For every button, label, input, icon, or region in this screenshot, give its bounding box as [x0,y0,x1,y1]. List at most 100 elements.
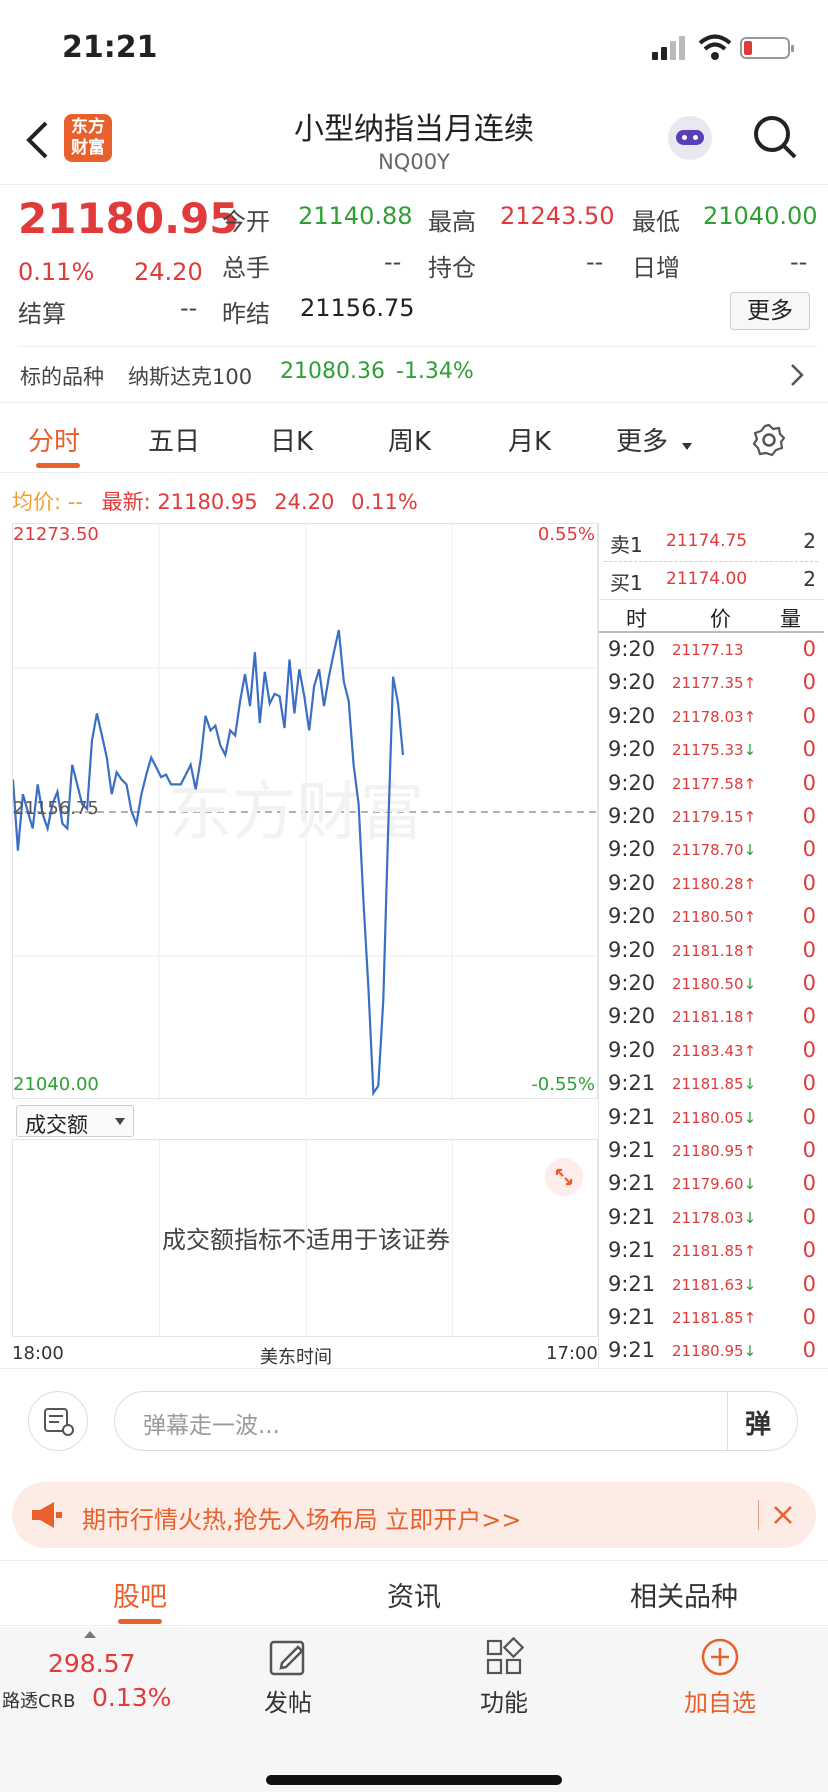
tab-monthly-k[interactable]: 月K [508,421,551,458]
trade-time: 9:21 [608,1271,656,1296]
arrow-down-icon: ↓ [743,1208,757,1227]
tab-weekly-k[interactable]: 周K [388,421,431,458]
arrow-down-icon: ↓ [743,1175,757,1194]
price-chart[interactable]: 东方财富 21273.50 0.55% 21156.75 21040.00 -0… [12,523,599,1100]
prev-settlement-label: 昨结 [222,300,270,328]
tab-related[interactable]: 相关品种 [604,1575,764,1614]
trade-row: 9:21 21180.95↓ 0 [600,1336,822,1369]
comment-bar: 弹幕走一波... 弹 [0,1368,828,1468]
trade-row: 9:20 21178.70↓ 0 [600,835,822,868]
trade-time: 9:21 [608,1338,656,1363]
trade-time: 9:20 [608,937,656,962]
functions-grid-icon[interactable] [484,1637,524,1677]
trade-time: 9:20 [608,670,656,695]
arrow-down-icon: ↓ [743,1342,757,1361]
trade-price: 21180.50↑ [672,908,757,927]
trade-row: 9:20 21181.18↑ 0 [600,1002,822,1035]
tab-guba[interactable]: 股吧 [60,1575,220,1614]
megaphone-icon [32,1502,62,1528]
trade-time: 9:21 [608,1238,656,1263]
post-button[interactable]: 发帖 [238,1683,338,1718]
arrow-up-icon: ↑ [743,808,757,826]
trade-row: 9:20 21180.50↑ 0 [600,902,822,935]
trade-price: 21180.95↑ [672,1142,757,1160]
trade-qty: 0 [802,770,816,795]
volume-panel: 成交额 成交额指标不适用于该证券 [12,1099,598,1339]
trade-time: 9:20 [608,1037,656,1062]
trade-time: 9:20 [608,804,656,828]
sell-qty: 2 [803,529,816,553]
x-end-label: 17:00 [546,1343,598,1364]
promo-text: 期市行情火热,抢先入场布局 立即开户>> [82,1506,522,1534]
sell-label: 卖1 [610,533,643,557]
up-triangle-icon [84,1631,96,1638]
trade-time: 9:20 [608,837,656,862]
indicator-selector[interactable]: 成交额 [16,1105,134,1137]
x-start-label: 18:00 [12,1343,64,1364]
tab-intraday[interactable]: 分时 [28,421,80,458]
underlying-row[interactable]: 标的品种 纳斯达克100 21080.36 -1.34% [18,346,818,402]
edit-post-icon[interactable] [268,1637,308,1677]
danmu-input[interactable]: 弹幕走一波... 弹 [114,1391,798,1451]
chart-tabs: 分时 五日 日K 周K 月K 更多 [0,403,828,473]
arrow-up-icon: ↑ [743,1142,757,1160]
crb-index-value[interactable]: 298.57 [48,1649,135,1678]
arrow-down-icon: ↓ [743,741,757,760]
arrow-up-icon: ↑ [743,941,757,960]
add-watchlist-icon[interactable] [700,1637,740,1677]
trade-qty: 0 [802,971,816,995]
arrow-down-icon: ↓ [743,1075,757,1094]
trade-qty: 0 [802,1071,816,1096]
trade-row: 9:20 21175.33↓ 0 [600,735,822,768]
underlying-price: 21080.36 [280,359,385,384]
arrow-down-icon: ↓ [743,1275,757,1294]
back-icon[interactable] [24,120,50,160]
trade-time: 9:20 [608,703,656,728]
trade-price: 21177.13 [672,641,744,659]
trade-qty: 0 [802,804,816,828]
danmu-list-icon[interactable] [28,1391,88,1451]
content-tabs: 股吧 资讯 相关品种 [0,1560,828,1626]
arrow-up-icon: ↑ [743,1008,757,1027]
tab-five-day[interactable]: 五日 [148,421,200,458]
tab-daily-k[interactable]: 日K [270,421,313,458]
promo-banner[interactable]: 期市行情火热,抢先入场布局 立即开户>> [12,1482,816,1548]
more-button[interactable]: 更多 [730,292,810,330]
trade-qty: 0 [802,1037,816,1062]
close-icon[interactable] [772,1504,794,1526]
trade-price: 21181.85↓ [672,1075,757,1094]
trade-price: 21179.60↓ [672,1175,757,1194]
tab-more[interactable]: 更多 [616,421,668,458]
add-watchlist-button[interactable]: 加自选 [660,1683,780,1718]
home-indicator [266,1775,562,1785]
crb-index-name: 路透CRB [2,1691,76,1712]
functions-button[interactable]: 功能 [454,1683,554,1718]
trade-qty: 0 [802,1004,816,1029]
buy-qty: 2 [803,567,816,591]
trade-time: 9:20 [608,770,656,795]
info-line: 均价: -- 最新: 21180.95 24.20 0.11% [12,486,712,516]
arrow-up-icon: ↑ [743,908,757,927]
expand-icon[interactable] [545,1158,583,1196]
dropdown-arrow-icon [115,1118,125,1125]
open-interest-value: -- [586,248,604,276]
trade-time: 9:20 [608,870,656,895]
trade-time: 9:20 [608,904,656,929]
trade-row: 9:20 21177.13 0 [600,635,822,668]
tab-active-indicator [36,463,80,468]
price-line [13,629,405,1097]
robot-assistant-icon[interactable] [668,116,712,160]
arrow-up-icon: ↑ [743,874,757,893]
trade-price: 21180.05↓ [672,1108,757,1127]
trade-price: 21177.58↑ [672,774,757,793]
settings-gear-icon[interactable] [752,423,786,457]
trade-time: 9:20 [608,1004,656,1029]
tab-news[interactable]: 资讯 [334,1575,494,1614]
trades-header-time: 时 [626,607,647,631]
danmu-toggle-button[interactable]: 弹 [745,1404,771,1441]
trade-row: 9:20 21180.50↓ 0 [600,969,822,1002]
arrow-up-icon: ↑ [743,1242,757,1261]
latest-value: 21180.95 [157,490,258,514]
trade-time: 9:20 [608,971,656,995]
search-icon[interactable] [752,114,798,160]
